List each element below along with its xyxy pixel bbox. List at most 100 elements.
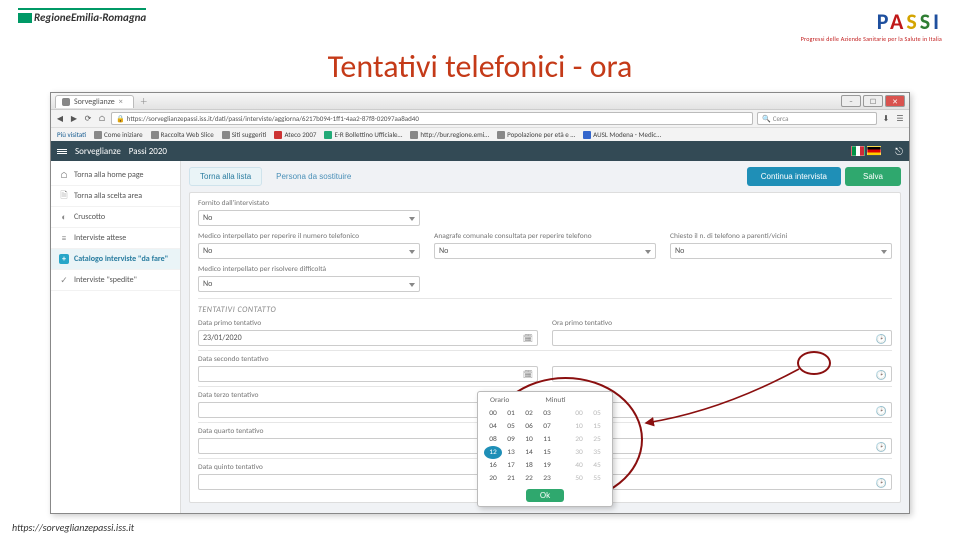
clock-icon[interactable]: 🕑 xyxy=(876,334,887,345)
time-picker-hour-cell[interactable]: 19 xyxy=(538,459,556,472)
bookmark-item[interactable]: AUSL Modena - Medic… xyxy=(583,130,661,139)
save-button[interactable]: Salva xyxy=(845,167,901,186)
bookmark-item[interactable]: Siti suggeriti xyxy=(222,130,267,139)
calendar-icon[interactable]: 🗓 xyxy=(523,370,533,380)
time-picker-minute-cell[interactable]: 00 xyxy=(570,407,588,420)
back-to-list-button[interactable]: Torna alla lista xyxy=(189,167,262,186)
browser-tab[interactable]: Sorveglianze × xyxy=(55,95,134,108)
attempt-time-label: Ora primo tentativo xyxy=(552,319,892,328)
time-picker-hour-cell[interactable]: 02 xyxy=(520,407,538,420)
continue-interview-button[interactable]: Continua intervista xyxy=(747,167,841,186)
sidebar-item-home[interactable]: ⌂Torna alla home page xyxy=(51,165,180,186)
clock-icon[interactable]: 🕑 xyxy=(876,478,887,489)
bookmark-item[interactable]: E-R Bollettino Ufficiale… xyxy=(324,130,402,139)
nav-forward-icon[interactable]: ▶ xyxy=(69,114,79,124)
time-picker-hours-header: Orario xyxy=(490,396,509,405)
time-picker-hour-cell[interactable]: 04 xyxy=(484,420,502,433)
tab-add-icon[interactable]: ＋ xyxy=(140,96,148,107)
window-minimize-button[interactable]: – xyxy=(841,95,861,107)
browser-search-input[interactable]: 🔍Cerca xyxy=(757,112,877,125)
time-picker-popup: Orario Minuti 00010203040506070809101112… xyxy=(477,391,613,507)
time-picker-ok-button[interactable]: Ok xyxy=(526,489,564,502)
field-label: Medico interpellato per risolvere diffic… xyxy=(198,265,420,274)
window-maximize-button[interactable]: ☐ xyxy=(863,95,883,107)
time-picker-hour-cell[interactable]: 12 xyxy=(484,446,502,459)
time-picker-hour-cell[interactable]: 23 xyxy=(538,472,556,485)
bookmark-item[interactable]: Ateco 2007 xyxy=(274,130,316,139)
time-picker-minute-cell[interactable]: 25 xyxy=(588,433,606,446)
download-icon[interactable]: ⬇ xyxy=(881,114,891,124)
nav-reload-icon[interactable]: ⟳ xyxy=(83,114,93,124)
time-picker-hour-cell[interactable]: 09 xyxy=(502,433,520,446)
attempt-row: Data primo tentativo23/01/2020🗓Ora primo… xyxy=(198,319,892,346)
passi-logo: PASSI Progressi delle Aziende Sanitarie … xyxy=(801,8,942,43)
file-icon: 🗎 xyxy=(59,191,69,201)
time-picker-minute-cell[interactable]: 10 xyxy=(570,420,588,433)
time-picker-minute-cell[interactable]: 40 xyxy=(570,459,588,472)
calendar-icon[interactable]: 🗓 xyxy=(523,334,533,344)
medico-numero-select[interactable]: No xyxy=(198,243,420,259)
time-picker-minute-cell[interactable]: 15 xyxy=(588,420,606,433)
hamburger-icon[interactable] xyxy=(57,149,67,154)
time-picker-hour-cell[interactable]: 07 xyxy=(538,420,556,433)
time-picker-minute-cell[interactable]: 50 xyxy=(570,472,588,485)
flag-it-icon[interactable] xyxy=(851,146,865,156)
clock-icon[interactable]: 🕑 xyxy=(876,370,887,381)
time-picker-hour-cell[interactable]: 00 xyxy=(484,407,502,420)
tab-close-icon[interactable]: × xyxy=(119,97,123,107)
time-picker-minute-cell[interactable]: 20 xyxy=(570,433,588,446)
time-picker-hour-cell[interactable]: 20 xyxy=(484,472,502,485)
chiesto-parenti-select[interactable]: No xyxy=(670,243,892,259)
nav-back-icon[interactable]: ◀ xyxy=(55,114,65,124)
time-picker-hour-cell[interactable]: 18 xyxy=(520,459,538,472)
time-picker-hour-cell[interactable]: 06 xyxy=(520,420,538,433)
time-picker-hour-cell[interactable]: 17 xyxy=(502,459,520,472)
clock-icon[interactable]: 🕑 xyxy=(876,442,887,453)
replace-person-button[interactable]: Persona da sostituire xyxy=(266,167,361,186)
clock-icon[interactable]: 🕑 xyxy=(876,406,887,417)
attempt-date-input[interactable]: 🗓 xyxy=(198,366,538,382)
sidebar-item-area[interactable]: 🗎Torna alla scelta area xyxy=(51,186,180,207)
main-panel: Torna alla lista Persona da sostituire C… xyxy=(181,161,909,513)
window-close-button[interactable]: ✕ xyxy=(885,95,905,107)
time-picker-hour-cell[interactable]: 16 xyxy=(484,459,502,472)
tab-favicon-icon xyxy=(62,98,70,106)
time-picker-hour-cell[interactable]: 21 xyxy=(502,472,520,485)
time-picker-hour-cell[interactable]: 22 xyxy=(520,472,538,485)
bookmark-item[interactable]: Popolazione per età e … xyxy=(497,130,575,139)
sidebar-item-expected[interactable]: ≡Interviste attese xyxy=(51,228,180,249)
time-picker-minute-cell[interactable]: 30 xyxy=(570,446,588,459)
time-picker-hour-cell[interactable]: 13 xyxy=(502,446,520,459)
most-visited-label[interactable]: Più visitati xyxy=(57,130,86,139)
sidebar-item-sent[interactable]: ✓Interviste "spedite" xyxy=(51,270,180,291)
nav-home-icon[interactable]: ⌂ xyxy=(97,114,107,124)
time-picker-hour-cell[interactable]: 08 xyxy=(484,433,502,446)
logout-icon[interactable]: ⎋ xyxy=(895,145,903,158)
time-picker-hour-cell[interactable]: 03 xyxy=(538,407,556,420)
time-picker-minute-cell[interactable]: 35 xyxy=(588,446,606,459)
attempt-time-input[interactable]: 🕑 xyxy=(552,330,892,346)
sidebar-item-catalog[interactable]: +Catalogo interviste "da fare" xyxy=(51,249,180,270)
medico-diff-select[interactable]: No xyxy=(198,276,420,292)
url-bar[interactable]: 🔒 https://sorveglianzepassi.iss.it/dati/… xyxy=(111,112,753,125)
time-picker-hour-cell[interactable]: 10 xyxy=(520,433,538,446)
time-picker-hour-cell[interactable]: 01 xyxy=(502,407,520,420)
anagrafe-select[interactable]: No xyxy=(434,243,656,259)
time-picker-hour-cell[interactable]: 05 xyxy=(502,420,520,433)
time-picker-hour-cell[interactable]: 11 xyxy=(538,433,556,446)
time-picker-minute-cell[interactable]: 55 xyxy=(588,472,606,485)
bookmark-item[interactable]: Come iniziare xyxy=(94,130,143,139)
attempt-date-input[interactable]: 23/01/2020🗓 xyxy=(198,330,538,346)
section-title: TENTATIVI CONTATTO xyxy=(198,305,892,315)
time-picker-minute-cell[interactable]: 05 xyxy=(588,407,606,420)
attempt-time-input[interactable]: 🕑 xyxy=(552,366,892,382)
library-icon[interactable]: ☰ xyxy=(895,114,905,124)
fornito-select[interactable]: No xyxy=(198,210,420,226)
bookmark-item[interactable]: Raccolta Web Slice xyxy=(151,130,214,139)
time-picker-hour-cell[interactable]: 15 xyxy=(538,446,556,459)
time-picker-minute-cell[interactable]: 45 xyxy=(588,459,606,472)
flag-de-icon[interactable] xyxy=(867,146,881,156)
bookmark-item[interactable]: http://bur.regione.emi… xyxy=(410,130,489,139)
sidebar-item-dashboard[interactable]: ◐Cruscotto xyxy=(51,207,180,228)
time-picker-hour-cell[interactable]: 14 xyxy=(520,446,538,459)
